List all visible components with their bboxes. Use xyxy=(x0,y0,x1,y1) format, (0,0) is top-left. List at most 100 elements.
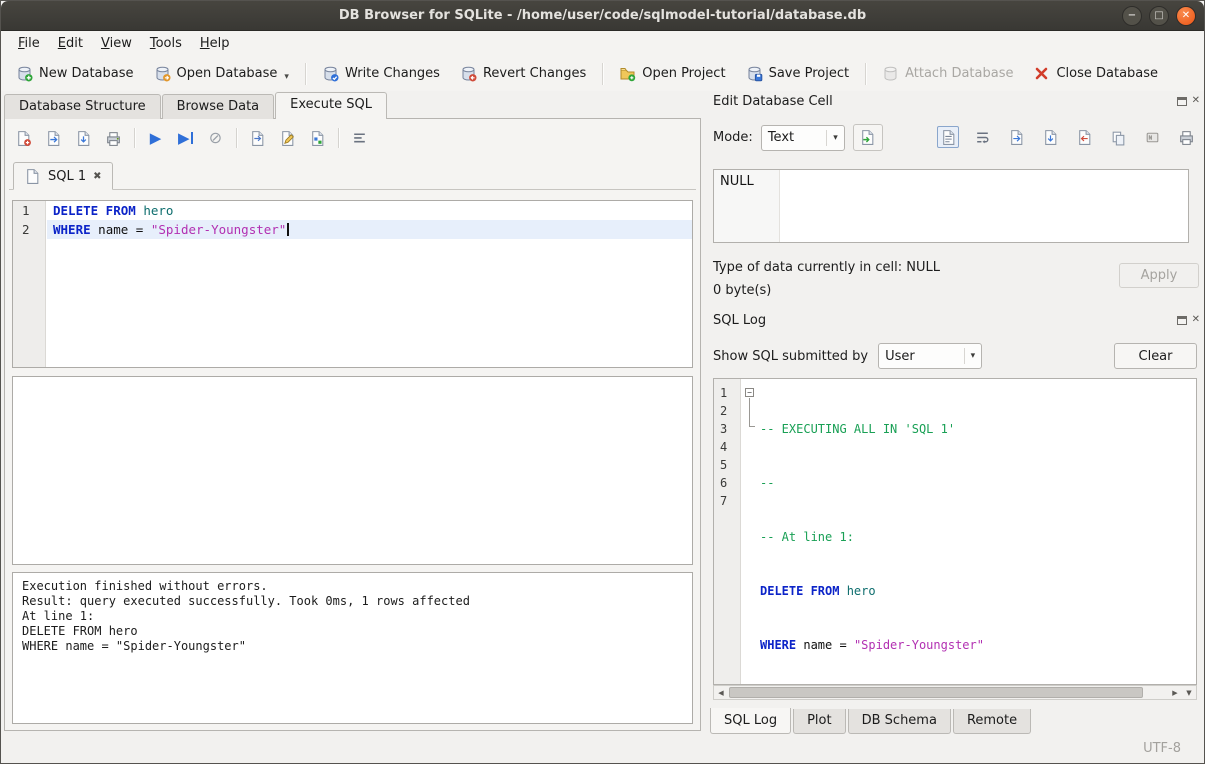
scroll-down-icon[interactable]: ▼ xyxy=(1182,686,1196,699)
cell-editor[interactable]: NULL xyxy=(713,169,1189,243)
toolbar-separator xyxy=(134,128,135,148)
execute-all-icon[interactable]: ▶ xyxy=(146,129,165,148)
tab-browse-data[interactable]: Browse Data xyxy=(162,94,275,119)
import-cell-data-button[interactable] xyxy=(853,124,883,151)
edit-sql-icon[interactable] xyxy=(278,129,297,148)
copy-cell-icon[interactable] xyxy=(1107,126,1129,148)
line-number: 6 xyxy=(714,474,740,492)
messages-pane[interactable]: Execution finished without errors. Resul… xyxy=(12,572,693,724)
line-number: 3 xyxy=(714,420,740,438)
cell-size-info: 0 byte(s) xyxy=(713,283,771,298)
menu-tools[interactable]: Tools xyxy=(141,33,191,54)
scroll-left-icon[interactable]: ◀ xyxy=(714,686,728,699)
write-changes-button[interactable]: Write Changes xyxy=(313,60,449,87)
line-number: 5 xyxy=(714,456,740,474)
text-cursor xyxy=(287,223,289,236)
chevron-down-icon: ▾ xyxy=(964,348,976,364)
window-controls: − □ ✕ xyxy=(1122,6,1196,26)
log-horizontal-scrollbar[interactable]: ◀ ▶ ▼ xyxy=(713,685,1197,700)
new-sql-tab-icon[interactable] xyxy=(14,129,33,148)
log-line-3: -- At line 1: xyxy=(760,528,1196,546)
sql-log-view[interactable]: 1 2 3 4 5 6 7 − -- EXECUTING ALL IN 'SQL… xyxy=(713,378,1197,685)
open-cell-file-icon[interactable] xyxy=(1005,126,1027,148)
cell-edit-toolbar xyxy=(937,126,1197,148)
menu-help[interactable]: Help xyxy=(191,33,239,54)
line-number: 4 xyxy=(714,438,740,456)
scroll-right-icon[interactable]: ▶ xyxy=(1168,686,1182,699)
print-cell-icon[interactable] xyxy=(1175,126,1197,148)
scrollbar-thumb[interactable] xyxy=(729,687,1143,698)
text-view-icon[interactable] xyxy=(937,126,959,148)
new-database-label: New Database xyxy=(39,66,134,81)
menu-file[interactable]: File xyxy=(9,33,49,54)
minimize-button[interactable]: − xyxy=(1122,6,1142,26)
save-sql-file-icon[interactable] xyxy=(74,129,93,148)
log-text: -- EXECUTING ALL IN 'SQL 1' -- -- At lin… xyxy=(760,384,1196,685)
close-database-icon xyxy=(1033,65,1050,82)
sql-string: "Spider-Youngster" xyxy=(854,638,984,652)
minimize-icon: − xyxy=(1128,10,1136,21)
code-area: DELETE FROM hero WHERE name = "Spider-Yo… xyxy=(47,201,692,367)
save-cell-file-icon[interactable] xyxy=(1039,126,1061,148)
save-project-button[interactable]: Save Project xyxy=(737,60,859,87)
execute-current-line-icon[interactable]: ▶ xyxy=(176,129,195,148)
cell-content-area: NULL xyxy=(714,170,780,242)
log-filter-select[interactable]: User ▾ xyxy=(878,343,982,369)
menu-edit[interactable]: Edit xyxy=(49,33,92,54)
tab-plot[interactable]: Plot xyxy=(793,709,846,734)
window-title: DB Browser for SQLite - /home/user/code/… xyxy=(339,8,866,23)
find-replace-icon[interactable] xyxy=(308,129,327,148)
fold-collapse-icon[interactable]: − xyxy=(745,388,754,397)
new-database-icon xyxy=(16,65,33,82)
print-icon[interactable] xyxy=(104,129,123,148)
open-database-dropdown-icon[interactable]: ▾ xyxy=(284,72,289,82)
float-panel-icon[interactable] xyxy=(1177,316,1187,325)
results-grid[interactable] xyxy=(12,376,693,565)
close-button[interactable]: ✕ xyxy=(1176,6,1196,26)
main-toolbar: New Database Open Database ▾ Write Chang… xyxy=(1,56,1204,91)
execute-sql-panel: ▶ ▶ ⊘ SQL 1 ✖ 1 2 DELETE FROM hero xyxy=(4,118,701,731)
export-cell-icon[interactable] xyxy=(1073,126,1095,148)
float-panel-icon[interactable] xyxy=(1177,97,1187,106)
export-results-icon[interactable] xyxy=(248,129,267,148)
new-database-button[interactable]: New Database xyxy=(7,60,143,87)
mode-select[interactable]: Text ▾ xyxy=(761,125,845,151)
clear-log-button[interactable]: Clear xyxy=(1114,343,1197,369)
titlebar[interactable]: DB Browser for SQLite - /home/user/code/… xyxy=(1,1,1204,31)
close-sql-tab-icon[interactable]: ✖ xyxy=(93,171,101,182)
set-null-icon[interactable] xyxy=(1141,126,1163,148)
sql-string: "Spider-Youngster" xyxy=(151,222,286,237)
format-sql-icon[interactable] xyxy=(350,129,369,148)
cell-mode-row: Mode: Text ▾ xyxy=(713,124,883,151)
sql-keyword: WHERE xyxy=(760,638,796,652)
status-bar: UTF-8 xyxy=(1,735,1204,763)
code-line-1: DELETE FROM hero xyxy=(47,201,692,220)
sql-log-dock-controls: ✕ xyxy=(1177,315,1200,325)
log-line-4: DELETE FROM hero xyxy=(760,582,1196,600)
line-number: 1 xyxy=(13,201,45,220)
revert-changes-button[interactable]: Revert Changes xyxy=(451,60,595,87)
tab-remote[interactable]: Remote xyxy=(953,709,1031,734)
menu-view[interactable]: View xyxy=(92,33,141,54)
line-number: 2 xyxy=(13,220,45,239)
sql-editor[interactable]: 1 2 DELETE FROM hero WHERE name = "Spide… xyxy=(12,200,693,368)
fold-guide-elbow xyxy=(749,421,755,427)
close-database-button[interactable]: Close Database xyxy=(1024,60,1167,87)
tab-database-structure[interactable]: Database Structure xyxy=(4,94,161,119)
sql-tab[interactable]: SQL 1 ✖ xyxy=(13,162,113,190)
log-line-2: -- xyxy=(760,474,1196,492)
open-sql-file-icon[interactable] xyxy=(44,129,63,148)
line-number-gutter: 1 2 xyxy=(13,201,46,367)
close-panel-icon[interactable]: ✕ xyxy=(1192,96,1200,106)
open-project-button[interactable]: Open Project xyxy=(610,60,734,87)
right-dock: Edit Database Cell ✕ Mode: Text ▾ xyxy=(704,91,1205,737)
tab-db-schema[interactable]: DB Schema xyxy=(848,709,951,734)
open-database-button[interactable]: Open Database ▾ xyxy=(145,60,298,87)
encoding-indicator[interactable]: UTF-8 xyxy=(1143,741,1181,756)
close-panel-icon[interactable]: ✕ xyxy=(1192,315,1200,325)
open-database-icon xyxy=(154,65,171,82)
tab-execute-sql[interactable]: Execute SQL xyxy=(275,92,387,119)
maximize-button[interactable]: □ xyxy=(1149,6,1169,26)
tab-sql-log[interactable]: SQL Log xyxy=(710,708,791,734)
word-wrap-icon[interactable] xyxy=(971,126,993,148)
